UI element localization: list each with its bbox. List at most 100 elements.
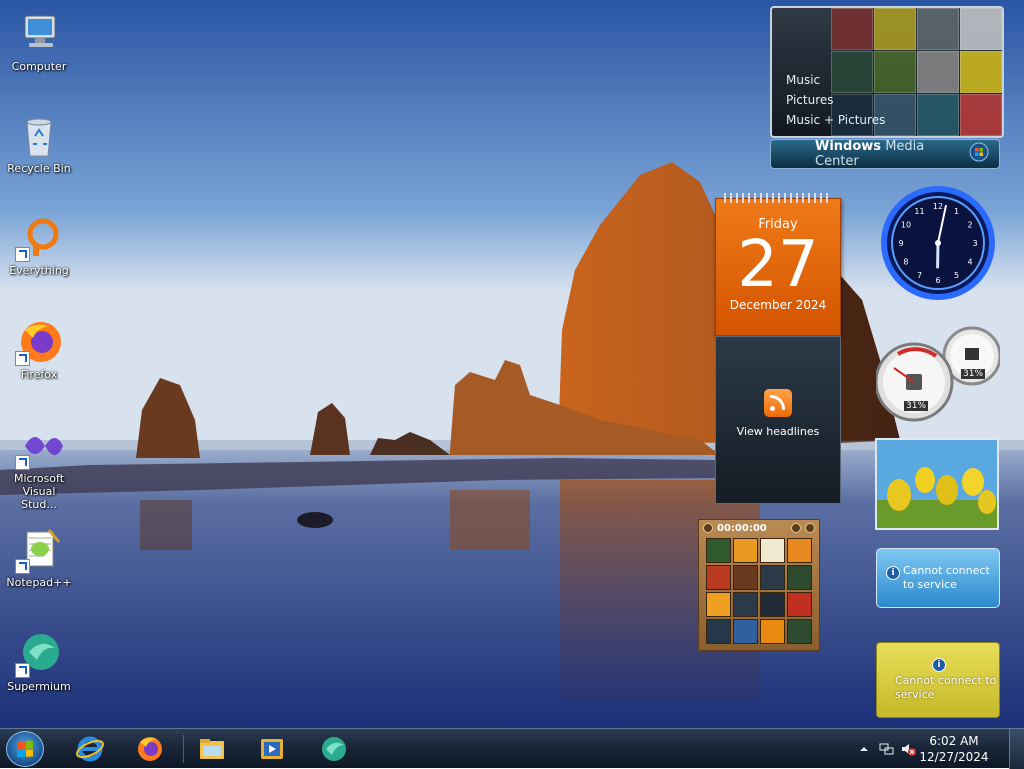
puzzle-pause-icon[interactable] (805, 523, 815, 533)
taskbar-supermium[interactable] (310, 731, 358, 767)
puzzle-tile[interactable] (760, 565, 785, 590)
slideshow-gadget[interactable] (875, 438, 999, 530)
taskbar-separator (183, 735, 184, 763)
desktop-icon-label: Microsoft Visual Stud... (4, 472, 74, 511)
media-center-launch-bar[interactable]: Windows Media Center (770, 139, 1000, 169)
puzzle-tile[interactable] (706, 538, 731, 563)
calendar-rings (724, 193, 832, 203)
desktop-icon-firefox[interactable]: Firefox (4, 318, 74, 381)
puzzle-tile[interactable] (733, 592, 758, 617)
desktop-icon-computer[interactable]: Computer (4, 10, 74, 73)
windows-logo-icon (17, 740, 33, 757)
puzzle-tile[interactable] (760, 619, 785, 644)
shortcut-arrow-icon (15, 351, 30, 366)
desktop-icon-label: Recycle Bin (4, 162, 74, 175)
shortcut-arrow-icon (15, 247, 30, 262)
rss-feed-icon (764, 389, 792, 417)
media-center-gadget[interactable]: Music Pictures Music + Pictures (770, 6, 1004, 138)
currency-gadget[interactable]: i Cannot connect to service (876, 642, 1000, 718)
media-player-icon (258, 735, 286, 763)
clock-gadget[interactable]: 123456789101112 (876, 186, 1000, 300)
slideshow-picture (877, 440, 997, 528)
desktop-icon-recycle-bin[interactable]: Recycle Bin (4, 112, 74, 175)
puzzle-timer: 00:00:00 (717, 523, 787, 534)
puzzle-tile[interactable] (733, 619, 758, 644)
currency-error-message: Cannot connect to service (895, 674, 996, 701)
calendar-day-number: 27 (716, 232, 840, 298)
calendar-month-year: December 2024 (716, 298, 840, 312)
cpu-percent-label: 31% (904, 401, 928, 411)
puzzle-tile[interactable] (706, 592, 731, 617)
puzzle-timer-icon (703, 523, 713, 533)
desktop-icon-supermium[interactable]: Supermium (4, 630, 74, 693)
desktop-icon-label: Notepad++ (4, 576, 74, 589)
desktop-icon-label: Computer (4, 60, 74, 73)
puzzle-tile[interactable] (787, 619, 812, 644)
taskbar-clock[interactable]: 6:02 AM 12/27/2024 (914, 733, 994, 765)
clock-numeral: 5 (954, 271, 959, 280)
calendar-gadget[interactable]: Friday 27 December 2024 (715, 198, 841, 336)
taskbar-media-player[interactable] (248, 731, 296, 767)
desktop-icon-everything[interactable]: Everything (4, 214, 74, 277)
media-center-brand-bold: Windows (815, 139, 881, 154)
puzzle-tile[interactable] (706, 565, 731, 590)
taskbar: 6:02 AM 12/27/2024 (0, 728, 1024, 768)
media-center-brand: Windows Media Center (815, 139, 969, 169)
network-icon[interactable] (878, 741, 894, 757)
visual-studio-icon (15, 422, 63, 470)
puzzle-tile[interactable] (733, 565, 758, 590)
clock-face: 123456789101112 (876, 186, 1000, 300)
weather-gadget[interactable]: i Cannot connect to service (876, 548, 1000, 608)
notepad-plus-plus-icon (15, 526, 63, 574)
show-desktop-button[interactable] (1009, 729, 1024, 769)
media-center-menu-music[interactable]: Music (786, 70, 885, 90)
info-icon: i (886, 566, 900, 580)
desktop-icon-visual-studio[interactable]: Microsoft Visual Stud... (4, 422, 74, 511)
media-center-menu: Music Pictures Music + Pictures (786, 70, 885, 130)
memory-percent-label: 31% (961, 369, 985, 379)
clock-numeral: 10 (901, 221, 911, 230)
taskbar-date: 12/27/2024 (914, 749, 994, 765)
weather-error-message: Cannot connect to service (903, 564, 990, 591)
desktop-icon-label: Supermium (4, 680, 74, 693)
taskbar-firefox[interactable] (126, 731, 174, 767)
feed-view-headlines-link[interactable]: View headlines (716, 425, 840, 438)
taskbar-internet-explorer[interactable] (66, 731, 114, 767)
puzzle-tile[interactable] (787, 565, 812, 590)
supermium-icon (320, 735, 348, 763)
puzzle-grid (706, 538, 819, 644)
everything-search-icon (15, 214, 63, 262)
media-center-menu-music-pictures[interactable]: Music + Pictures (786, 110, 885, 130)
picture-puzzle-gadget[interactable]: 00:00:00 (698, 519, 820, 651)
taskbar-time: 6:02 AM (914, 733, 994, 749)
feed-headlines-gadget[interactable]: View headlines (715, 336, 841, 504)
puzzle-tile[interactable] (787, 538, 812, 563)
clock-numeral: 9 (898, 239, 903, 248)
puzzle-tile[interactable] (733, 538, 758, 563)
shortcut-arrow-icon (15, 663, 30, 678)
show-hidden-icons-chevron-icon[interactable] (856, 741, 872, 757)
puzzle-tile[interactable] (760, 538, 785, 563)
puzzle-tile[interactable] (706, 619, 731, 644)
desktop-icon-notepad-plus-plus[interactable]: Notepad++ (4, 526, 74, 589)
puzzle-tile[interactable] (787, 592, 812, 617)
clock-numeral: 7 (917, 271, 922, 280)
shortcut-arrow-icon (15, 455, 30, 470)
start-button[interactable] (6, 731, 44, 767)
clock-numeral: 8 (903, 258, 908, 267)
supermium-icon (15, 630, 63, 678)
file-explorer-icon (198, 735, 226, 763)
clock-numeral: 1 (954, 207, 959, 216)
windows-orb-icon (969, 142, 989, 166)
computer-icon (15, 10, 63, 58)
clock-numeral: 12 (933, 202, 943, 211)
clock-numeral: 2 (967, 221, 972, 230)
puzzle-help-icon[interactable] (791, 523, 801, 533)
internet-explorer-icon (76, 735, 104, 763)
media-center-menu-pictures[interactable]: Pictures (786, 90, 885, 110)
taskbar-file-explorer[interactable] (188, 731, 236, 767)
clock-numeral: 3 (972, 239, 977, 248)
puzzle-tile[interactable] (760, 592, 785, 617)
clock-numeral: 6 (935, 276, 940, 285)
cpu-meter-gadget[interactable]: 31% 31% (876, 324, 1000, 422)
